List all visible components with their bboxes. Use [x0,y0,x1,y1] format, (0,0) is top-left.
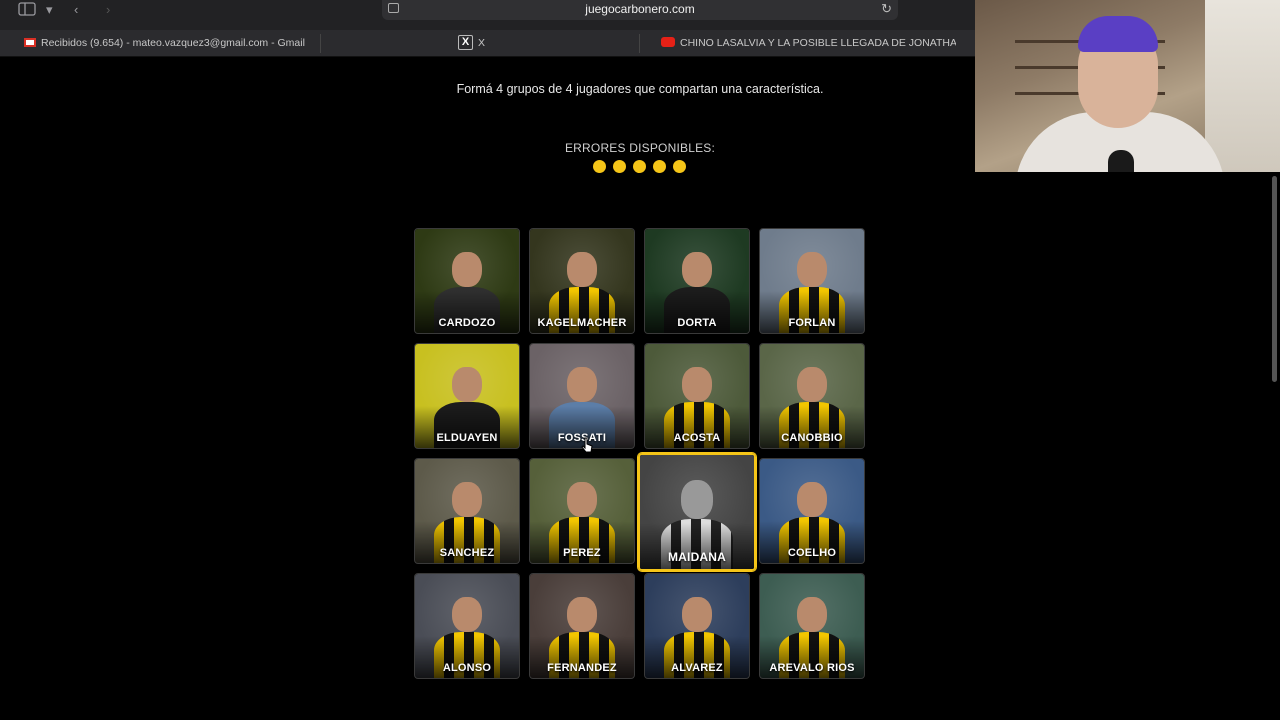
player-name: CANOBBIO [781,432,843,444]
chevron-down-icon[interactable]: ▾ [46,2,53,18]
errors-indicator [593,160,686,173]
player-name: ACOSTA [673,432,721,444]
player-name: FORLAN [788,317,836,329]
player-face [797,251,827,288]
player-name: ELDUAYEN [436,432,498,444]
player-card[interactable]: ALVAREZ [644,573,750,679]
tab-x[interactable]: XX [458,30,558,57]
tab-label: Recibidos (9.654) - mateo.vazquez3@gmail… [41,37,305,49]
mouse-cursor-icon [581,437,593,453]
game-instructions: Formá 4 grupos de 4 jugadores que compar… [456,82,824,96]
errors-label: ERRORES DISPONIBLES: [564,141,716,155]
player-card[interactable]: ACOSTA [644,343,750,449]
player-card[interactable]: ELDUAYEN [414,343,520,449]
player-name: SANCHEZ [439,547,495,559]
player-face [452,251,482,288]
reload-icon[interactable]: ↻ [881,1,892,17]
error-dot [613,160,626,173]
player-card[interactable]: MAIDANA [638,453,756,571]
player-card[interactable]: KAGELMACHER [529,228,635,334]
forward-icon[interactable]: › [106,2,110,18]
player-card[interactable]: SANCHEZ [414,458,520,564]
player-card[interactable]: DORTA [644,228,750,334]
tab-separator [639,34,640,53]
x-icon: X [458,34,473,50]
sidebar-icon[interactable] [18,2,36,18]
error-dot [673,160,686,173]
player-card[interactable]: FORLAN [759,228,865,334]
cap [1078,16,1158,52]
browser-toolbar: ▾ ‹ › juegocarbonero.com ↻ [0,0,975,30]
player-card[interactable]: FOSSATI [529,343,635,449]
player-name: CARDOZO [438,317,496,329]
player-name: ALONSO [442,662,492,674]
tab-label: CHINO LASALVIA Y LA POSIBLE LLEGADA DE J… [680,37,956,49]
address-bar[interactable]: juegocarbonero.com ↻ [382,0,898,20]
youtube-icon [661,37,675,48]
player-card[interactable]: CARDOZO [414,228,520,334]
tab-gmail[interactable]: Recibidos (9.654) - mateo.vazquez3@gmail… [24,30,314,57]
player-name: MAIDANA [667,550,727,564]
player-face [567,596,597,633]
player-face [682,251,712,288]
error-dot [653,160,666,173]
player-name: ALVAREZ [671,662,723,674]
error-dot [593,160,606,173]
player-face [797,366,827,403]
player-face [681,480,713,519]
player-face [452,596,482,633]
player-name: COELHO [787,547,837,559]
player-grid: CARDOZO KAGELMACHER DORTA FORLAN ELDUAYEN FOS… [414,228,866,680]
back-icon[interactable]: ‹ [74,2,78,18]
error-dot [633,160,646,173]
tab-bar: Recibidos (9.654) - mateo.vazquez3@gmail… [0,30,975,57]
player-name: KAGELMACHER [537,317,627,329]
player-face [452,366,482,403]
player-card[interactable]: PEREZ [529,458,635,564]
player-face [567,366,597,403]
url-text: juegocarbonero.com [585,2,695,16]
tab-label: X [478,37,486,49]
player-name: DORTA [677,317,717,329]
player-face [682,596,712,633]
gmail-icon [24,37,36,47]
tab-separator [320,34,321,53]
player-card[interactable]: CANOBBIO [759,343,865,449]
tab-youtube[interactable]: CHINO LASALVIA Y LA POSIBLE LLEGADA DE J… [661,30,956,57]
player-name: AREVALO RIOS [769,662,855,674]
player-face [567,481,597,518]
player-card[interactable]: COELHO [759,458,865,564]
player-face [567,251,597,288]
scrollbar[interactable] [1272,176,1277,382]
player-card[interactable]: AREVALO RIOS [759,573,865,679]
player-card[interactable]: FERNANDEZ [529,573,635,679]
player-face [797,481,827,518]
player-name: FERNANDEZ [547,662,617,674]
player-face [797,596,827,633]
player-face [682,366,712,403]
player-face [452,481,482,518]
player-card[interactable]: ALONSO [414,573,520,679]
player-name: PEREZ [563,547,601,559]
